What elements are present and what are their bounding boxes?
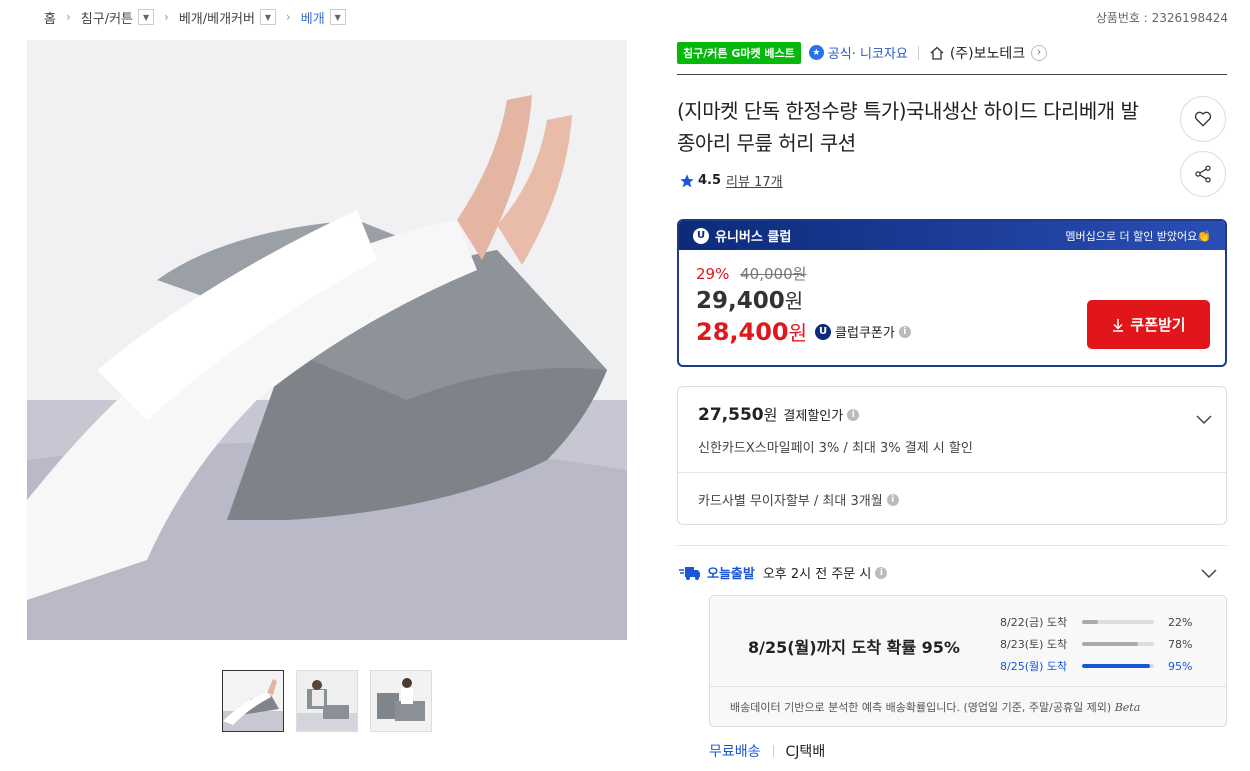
estimate-bar: [1082, 620, 1154, 624]
estimate-bar-fill: [1082, 664, 1151, 668]
estimate-date: 8/23(토) 도착: [1000, 638, 1068, 651]
estimate-date: 8/22(금) 도착: [1000, 616, 1068, 629]
thumbnail-2[interactable]: [296, 670, 358, 732]
payment-amount: 27,550: [698, 404, 764, 425]
chevron-down-icon[interactable]: [1199, 563, 1219, 583]
original-price: 40,000원: [740, 265, 807, 283]
info-icon[interactable]: i: [898, 325, 911, 338]
shipping-header: 오늘출발 오후 2시 전 주문 시 i: [679, 563, 1227, 582]
official-store[interactable]: ★ 공식 · 니코자요: [808, 43, 908, 62]
shop-name: (주)보노테크: [949, 45, 1026, 62]
thumbnail-strip: [222, 670, 432, 732]
best-badge[interactable]: 침구/커튼 G마켓 베스트: [677, 41, 801, 64]
estimate-bar-fill: [1082, 642, 1139, 646]
share-button[interactable]: [1180, 151, 1226, 197]
estimate-bar: [1082, 642, 1154, 646]
club-price: 28,400 원 U 클럽쿠폰가 i: [696, 317, 911, 346]
divider: [917, 45, 919, 60]
seller-badges: 침구/커튼 G마켓 베스트 ★ 공식 · 니코자요 (주)보노테크 ›: [677, 41, 1227, 75]
share-icon: [1195, 165, 1211, 183]
coupon-button[interactable]: 쿠폰받기: [1087, 300, 1210, 349]
review-link[interactable]: 리뷰 17개: [726, 171, 783, 190]
chevron-right-icon: ›: [164, 10, 169, 24]
membership-price-box: U 유니버스 클럽 멤버십으로 더 할인 받았어요👏 29% 40,000원 2…: [677, 219, 1227, 367]
breadcrumb-home[interactable]: 홈: [44, 8, 56, 27]
membership-header: U 유니버스 클럽 멤버십으로 더 할인 받았어요👏: [679, 221, 1225, 250]
divider: [772, 745, 774, 757]
estimate-row: 8/22(금) 도착 22%: [1000, 614, 1192, 630]
breadcrumb-level1[interactable]: 침구/커튼: [81, 8, 133, 27]
today-ship-label: 오늘출발: [707, 567, 755, 582]
wishlist-button[interactable]: [1180, 96, 1226, 142]
estimate-pct: 22%: [1168, 615, 1193, 629]
shop-link[interactable]: (주)보노테크 ›: [929, 43, 1048, 63]
chevron-down-icon[interactable]: ▼: [259, 9, 276, 25]
info-icon[interactable]: i: [886, 493, 899, 506]
club-price-label: 클럽쿠폰가: [835, 326, 895, 341]
estimate-row: 8/23(토) 도착 78%: [1000, 636, 1192, 652]
star-icon: [680, 173, 694, 187]
estimate-bar-fill: [1082, 620, 1098, 624]
membership-message: 멤버십으로 더 할인 받았어요👏: [1065, 229, 1211, 243]
official-label: 공식: [827, 47, 852, 62]
info-icon[interactable]: i: [875, 566, 888, 579]
truck-icon: [679, 566, 700, 580]
product-number: 상품번호 : 2326198424: [1095, 11, 1228, 25]
estimate-pct: 78%: [1168, 637, 1193, 651]
chevron-down-icon[interactable]: ▼: [138, 9, 155, 25]
chevron-right-icon: ›: [65, 10, 71, 24]
beta-label: Beta: [1114, 701, 1141, 714]
chevron-right-icon: ›: [1031, 44, 1048, 61]
divider: [677, 545, 1227, 546]
sale-price: 29,400원: [696, 285, 803, 314]
heart-icon: [1194, 111, 1212, 127]
breadcrumb-level2[interactable]: 베개/베개커버: [179, 8, 255, 27]
official-sub: · 니코자요: [851, 47, 908, 62]
won-unit: 원: [784, 289, 804, 313]
product-title: (지마켓 단독 한정수량 특가)국내생산 하이드 다리베개 발 종아리 무릎 허…: [677, 99, 1139, 155]
universe-club-icon: U: [815, 323, 832, 340]
discount-line: 29% 40,000원: [696, 263, 806, 284]
free-shipping: 무료배송: [709, 744, 761, 760]
estimate-pct: 95%: [1168, 659, 1193, 673]
sale-amount: 29,400: [696, 288, 785, 314]
thumbnail-1[interactable]: [222, 670, 284, 732]
chevron-down-icon[interactable]: [1194, 409, 1214, 429]
installment-info: 카드사별 무이자할부 / 최대 3개월: [698, 494, 883, 509]
won-unit: 원: [763, 406, 778, 424]
chevron-down-icon[interactable]: ▼: [329, 9, 346, 25]
membership-name: 유니버스 클럽: [715, 230, 792, 245]
discount-percent: 29%: [696, 265, 730, 283]
ship-cutoff: 오후 2시 전 주문 시: [762, 567, 872, 582]
verified-star-icon: ★: [808, 45, 824, 60]
estimate-date: 8/25(월) 도착: [1000, 660, 1068, 673]
product-main-image[interactable]: [27, 40, 627, 640]
home-icon: [930, 46, 944, 60]
chevron-right-icon: ›: [285, 10, 291, 24]
payment-label: 결제할인가: [783, 409, 844, 424]
delivery-estimate: 8/25(월)까지 도착 확률 95%: [748, 638, 960, 657]
thumbnail-3[interactable]: [370, 670, 432, 732]
breadcrumb: 홈 › 침구/커튼 ▼ › 베개/베개커버 ▼ › 베개 ▼: [44, 6, 346, 28]
won-unit: 원: [788, 321, 808, 345]
estimate-bar: [1082, 664, 1154, 668]
coupon-label: 쿠폰받기: [1130, 316, 1186, 334]
delivery-method: 무료배송 CJ택배: [709, 741, 825, 761]
carrier: CJ택배: [785, 744, 826, 760]
club-amount: 28,400: [696, 317, 789, 346]
estimate-note: 배송데이터 기반으로 분석한 예측 배송확률입니다. (영업일 기준, 주말/공…: [710, 686, 1226, 727]
estimate-row: 8/25(월) 도착 95%: [1000, 658, 1192, 674]
delivery-estimate-box: 8/25(월)까지 도착 확률 95% 8/22(금) 도착 22% 8/23(…: [709, 595, 1227, 727]
universe-club-icon: U: [693, 227, 709, 244]
rating: 4.5 리뷰 17개: [679, 171, 783, 190]
breadcrumb-level3[interactable]: 베개: [301, 8, 325, 27]
card-discount-detail: 신한카드X스마일페이 3% / 최대 3% 결제 시 할인: [698, 441, 973, 456]
info-icon[interactable]: i: [847, 408, 860, 421]
rating-score: 4.5: [698, 173, 722, 188]
download-icon: [1113, 318, 1124, 332]
payment-discount-box: 27,550 원 결제할인가 i 신한카드X스마일페이 3% / 최대 3% 결제…: [677, 386, 1227, 525]
